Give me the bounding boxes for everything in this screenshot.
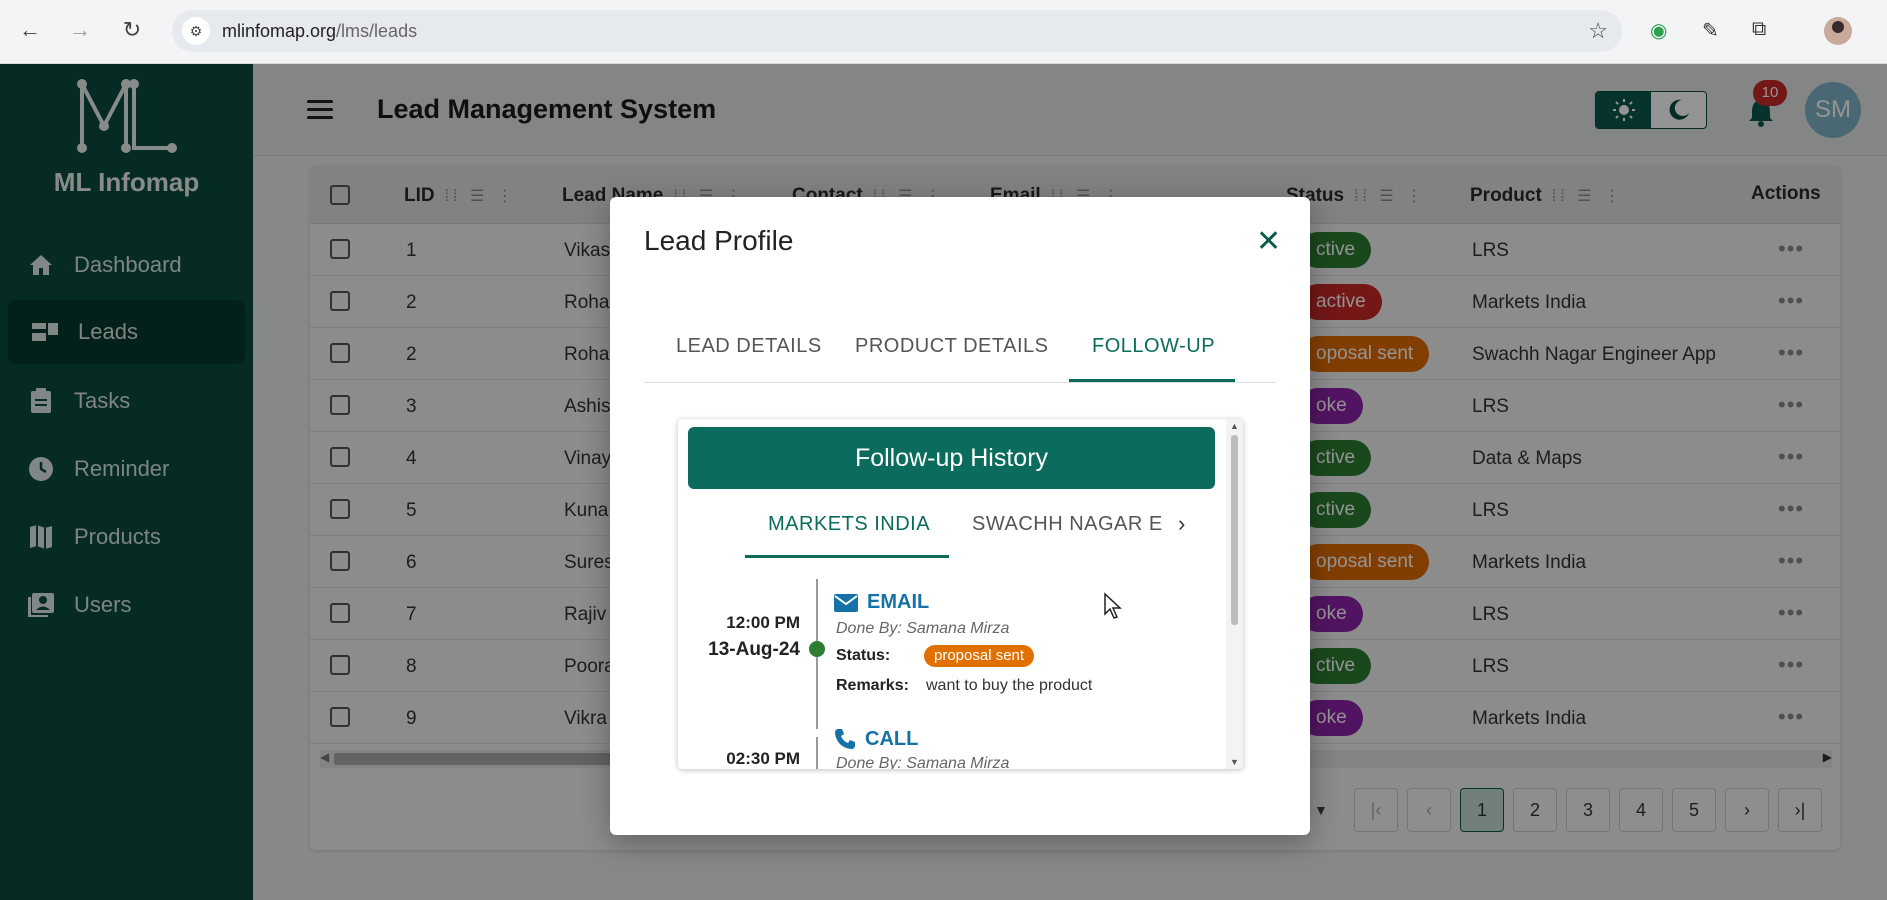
status-badge: proposal sent xyxy=(924,645,1035,667)
dialog-title: Lead Profile xyxy=(644,225,794,256)
tab-swachh-nagar[interactable]: SWACHH NAGAR E xyxy=(972,513,1163,536)
timeline-line xyxy=(816,737,818,769)
event-type-email: EMAIL xyxy=(833,591,929,614)
back-arrow-icon[interactable]: ← xyxy=(16,16,44,44)
forward-arrow-icon[interactable]: → xyxy=(66,16,94,44)
browser-chrome: ← → ↻ ⚙ mlinfomap.org/lms/leads ☆ ◉ ✎ ⧉ xyxy=(0,0,1887,64)
address-bar[interactable]: ⚙ mlinfomap.org/lms/leads ☆ xyxy=(172,10,1622,52)
close-icon[interactable]: ✕ xyxy=(1256,227,1281,257)
timeline-line xyxy=(816,579,818,643)
site-settings-icon[interactable]: ⚙ xyxy=(182,17,210,45)
tab-markets-india[interactable]: MARKETS INDIA xyxy=(768,513,930,536)
browser-profile-avatar[interactable] xyxy=(1824,17,1852,45)
followup-vertical-scrollbar[interactable]: ▲ ▼ xyxy=(1226,419,1243,769)
followup-history-header: Follow-up History xyxy=(688,427,1215,489)
profile-tabs: LEAD DETAILS PRODUCT DETAILS FOLLOW-UP xyxy=(644,315,1276,383)
bookmark-star-icon[interactable]: ☆ xyxy=(1588,18,1608,44)
timeline-dot xyxy=(809,641,825,657)
event-done-by: Done By: Samana Mirza xyxy=(836,755,1010,769)
reload-icon[interactable]: ↻ xyxy=(118,16,146,44)
tab-lead-details[interactable]: LEAD DETAILS xyxy=(676,335,822,358)
scroll-down-arrow-icon[interactable]: ▼ xyxy=(1230,757,1239,767)
tab-product-details[interactable]: PRODUCT DETAILS xyxy=(855,335,1048,358)
event-type-call: CALL xyxy=(833,727,918,751)
event-done-by: Done By: Samana Mirza xyxy=(836,620,1010,637)
phone-icon xyxy=(835,729,855,749)
active-tab-indicator xyxy=(1069,379,1235,382)
timeline-line xyxy=(816,657,818,729)
extensions-puzzle-icon[interactable]: ⧉ xyxy=(1752,18,1766,41)
event-remarks: want to buy the product xyxy=(926,677,1093,694)
scroll-up-arrow-icon[interactable]: ▲ xyxy=(1230,421,1239,431)
chevron-right-icon[interactable]: › xyxy=(1178,511,1185,537)
url-text[interactable]: mlinfomap.org/lms/leads xyxy=(222,21,417,42)
event-date: 13-Aug-24 xyxy=(708,639,800,660)
event-remarks-label: Remarks: xyxy=(836,677,909,694)
tab-follow-up[interactable]: FOLLOW-UP xyxy=(1092,335,1215,358)
active-subtab-indicator xyxy=(745,555,949,558)
event-time: 02:30 PM xyxy=(726,749,800,768)
event-time: 12:00 PM xyxy=(726,613,800,632)
followup-history-panel: Follow-up History MARKETS INDIA SWACHH N… xyxy=(678,419,1243,769)
eyedropper-extension-icon[interactable]: ✎ xyxy=(1702,18,1719,43)
mouse-cursor-icon xyxy=(1104,592,1122,619)
lead-profile-dialog: Lead Profile ✕ LEAD DETAILS PRODUCT DETA… xyxy=(610,197,1310,835)
event-status-label: Status: xyxy=(836,647,891,664)
email-icon xyxy=(834,593,858,612)
eye-extension-icon[interactable]: ◉ xyxy=(1650,18,1667,43)
scrollbar-thumb[interactable] xyxy=(1231,435,1238,625)
